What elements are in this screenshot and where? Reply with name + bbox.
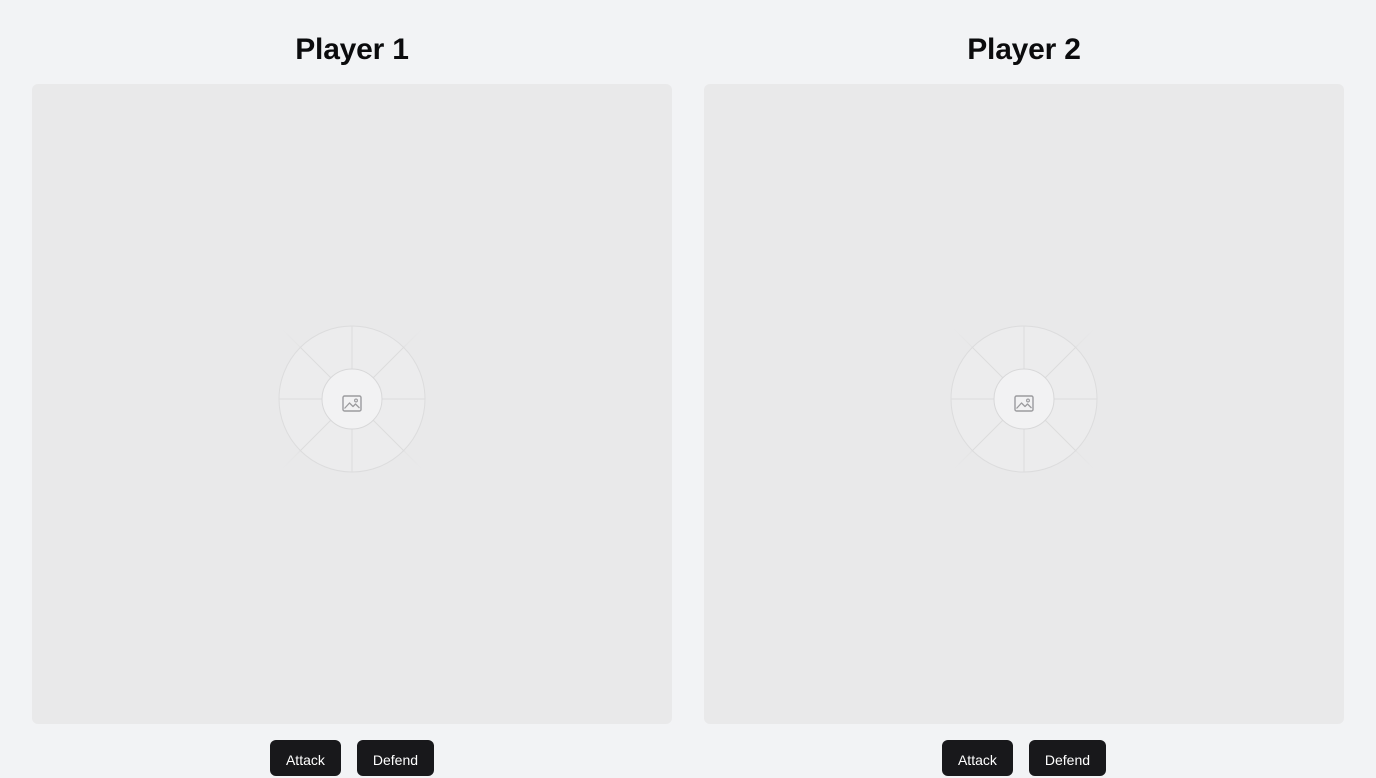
attack-button[interactable]: Attack — [269, 740, 341, 776]
player-actions: Attack Defend — [32, 740, 672, 776]
defend-button[interactable]: Defend — [1028, 740, 1107, 776]
image-placeholder-icon — [342, 395, 362, 412]
image-placeholder-icon — [1014, 395, 1034, 412]
player-title: Player 1 — [295, 33, 409, 66]
player-title: Player 2 — [967, 33, 1081, 66]
player-image-frame — [704, 84, 1344, 724]
player-image-frame — [32, 84, 672, 724]
defend-button[interactable]: Defend — [356, 740, 435, 776]
player-actions: Attack Defend — [704, 740, 1344, 776]
attack-button[interactable]: Attack — [941, 740, 1013, 776]
